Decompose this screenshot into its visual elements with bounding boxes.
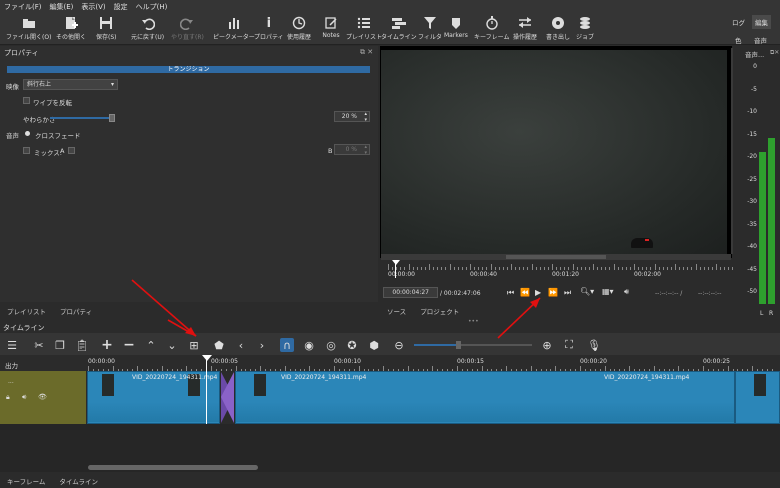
annotation-arrows: [131, 279, 541, 339]
